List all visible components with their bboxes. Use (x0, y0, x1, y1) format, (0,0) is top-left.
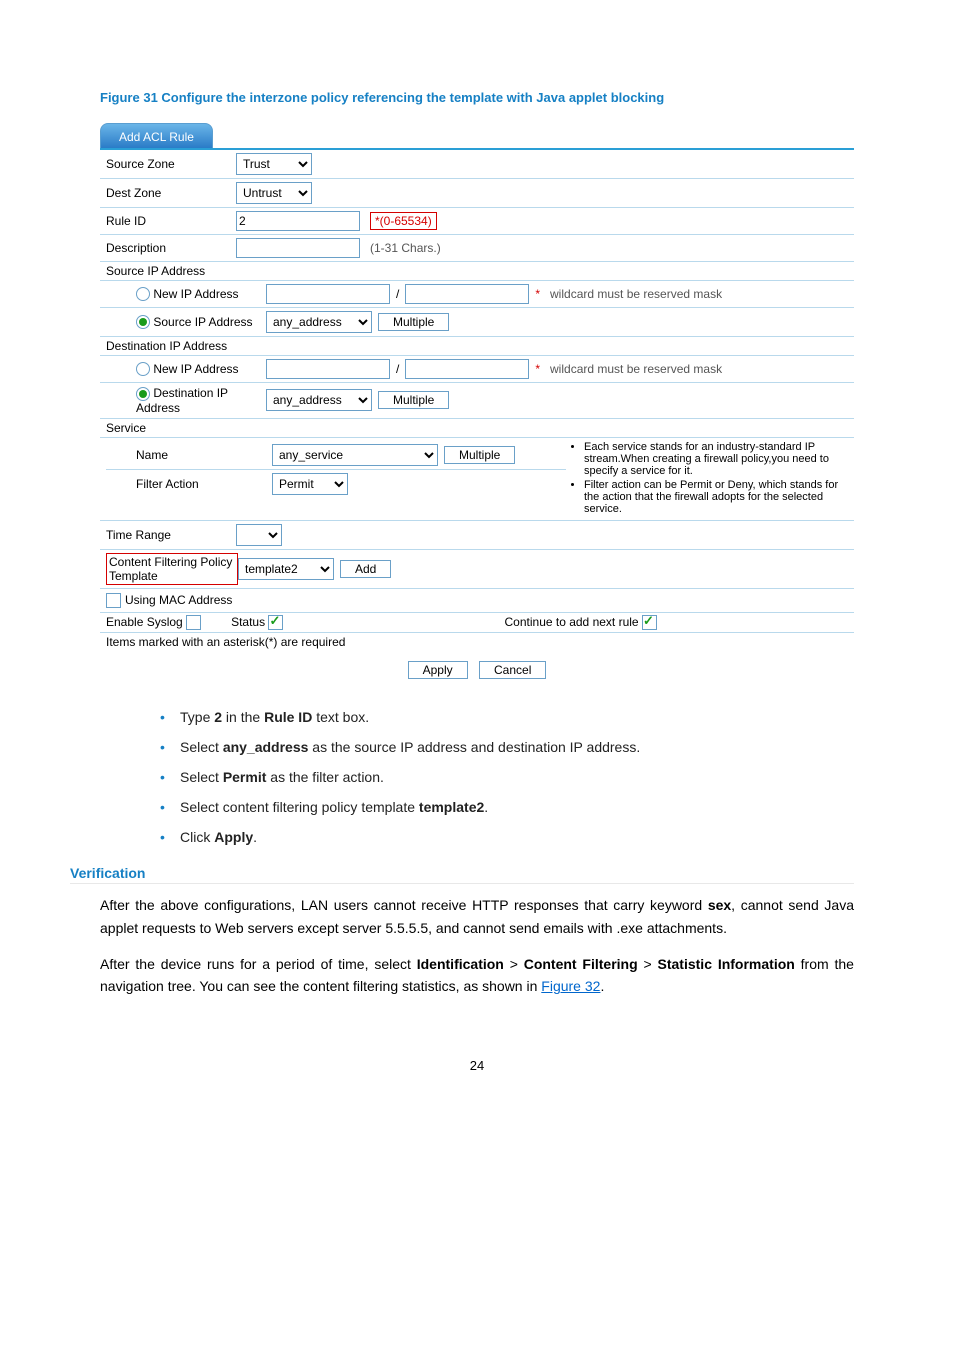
hint-description: (1-31 Chars.) (370, 241, 441, 255)
input-src-new-ip-a[interactable] (266, 284, 390, 304)
select-source-zone[interactable]: Trust (236, 153, 312, 175)
cancel-button[interactable]: Cancel (479, 661, 546, 679)
heading-verification: Verification (70, 865, 854, 884)
multiple-service-button[interactable]: Multiple (444, 446, 515, 464)
multiple-src-button[interactable]: Multiple (378, 313, 449, 331)
label-continue: Continue to add next rule (505, 615, 639, 629)
radio-dst-new-ip[interactable]: New IP Address (106, 362, 266, 377)
label-using-mac: Using MAC Address (125, 593, 232, 607)
checkbox-enable-syslog[interactable] (186, 615, 201, 630)
label-source-zone: Source Zone (106, 157, 236, 171)
input-dst-new-ip-b[interactable] (405, 359, 529, 379)
select-dest-zone[interactable]: Untrust (236, 182, 312, 204)
required-note: Items marked with an asterisk(*) are req… (100, 633, 854, 651)
label-status: Status (231, 615, 265, 629)
hint-dst-new-ip: wildcard must be reserved mask (550, 362, 722, 376)
add-cf-button[interactable]: Add (340, 560, 391, 578)
header-service: Service (100, 419, 854, 438)
radio-src-ip[interactable]: Source IP Address (106, 315, 266, 330)
instruction-list: Type 2 in the Rule ID text box. Select a… (160, 709, 854, 845)
para-verification-1: After the above configurations, LAN user… (100, 894, 854, 939)
header-source-ip: Source IP Address (100, 262, 854, 281)
label-enable-syslog: Enable Syslog (106, 615, 183, 629)
select-dst-ip[interactable]: any_address (266, 389, 372, 411)
label-dest-zone: Dest Zone (106, 186, 236, 200)
input-dst-new-ip-a[interactable] (266, 359, 390, 379)
checkbox-status[interactable] (268, 615, 283, 630)
para-verification-2: After the device runs for a period of ti… (100, 953, 854, 998)
apply-button[interactable]: Apply (408, 661, 468, 679)
select-cf-template[interactable]: template2 (238, 558, 334, 580)
label-description: Description (106, 241, 236, 255)
radio-dst-ip[interactable]: Destination IP Address (106, 386, 266, 415)
hint-src-new-ip: wildcard must be reserved mask (550, 287, 722, 301)
input-description[interactable] (236, 238, 360, 258)
header-dest-ip: Destination IP Address (100, 337, 854, 356)
label-time-range: Time Range (106, 528, 236, 542)
tab-add-acl-rule[interactable]: Add ACL Rule (100, 123, 213, 148)
select-src-ip[interactable]: any_address (266, 311, 372, 333)
hint-rule-id: *(0-65534) (370, 212, 437, 230)
page-number: 24 (100, 1058, 854, 1073)
figure-caption: Figure 31 Configure the interzone policy… (100, 90, 854, 105)
select-time-range[interactable] (236, 524, 282, 546)
input-rule-id[interactable] (236, 211, 360, 231)
input-src-new-ip-b[interactable] (405, 284, 529, 304)
select-filter-action[interactable]: Permit (272, 473, 348, 495)
link-figure-32[interactable]: Figure 32 (541, 978, 600, 994)
label-cf-template: Content Filtering Policy Template (106, 553, 238, 585)
label-rule-id: Rule ID (106, 214, 236, 228)
label-filter-action: Filter Action (106, 477, 266, 491)
multiple-dst-button[interactable]: Multiple (378, 391, 449, 409)
radio-src-new-ip[interactable]: New IP Address (106, 287, 266, 302)
select-service-name[interactable]: any_service (272, 444, 438, 466)
checkbox-using-mac[interactable] (106, 593, 121, 608)
checkbox-continue[interactable] (642, 615, 657, 630)
label-service-name: Name (106, 448, 266, 462)
service-notes: Each service stands for an industry-stan… (566, 441, 848, 515)
acl-form: Add ACL Rule Source Zone Trust Dest Zone… (100, 123, 854, 679)
